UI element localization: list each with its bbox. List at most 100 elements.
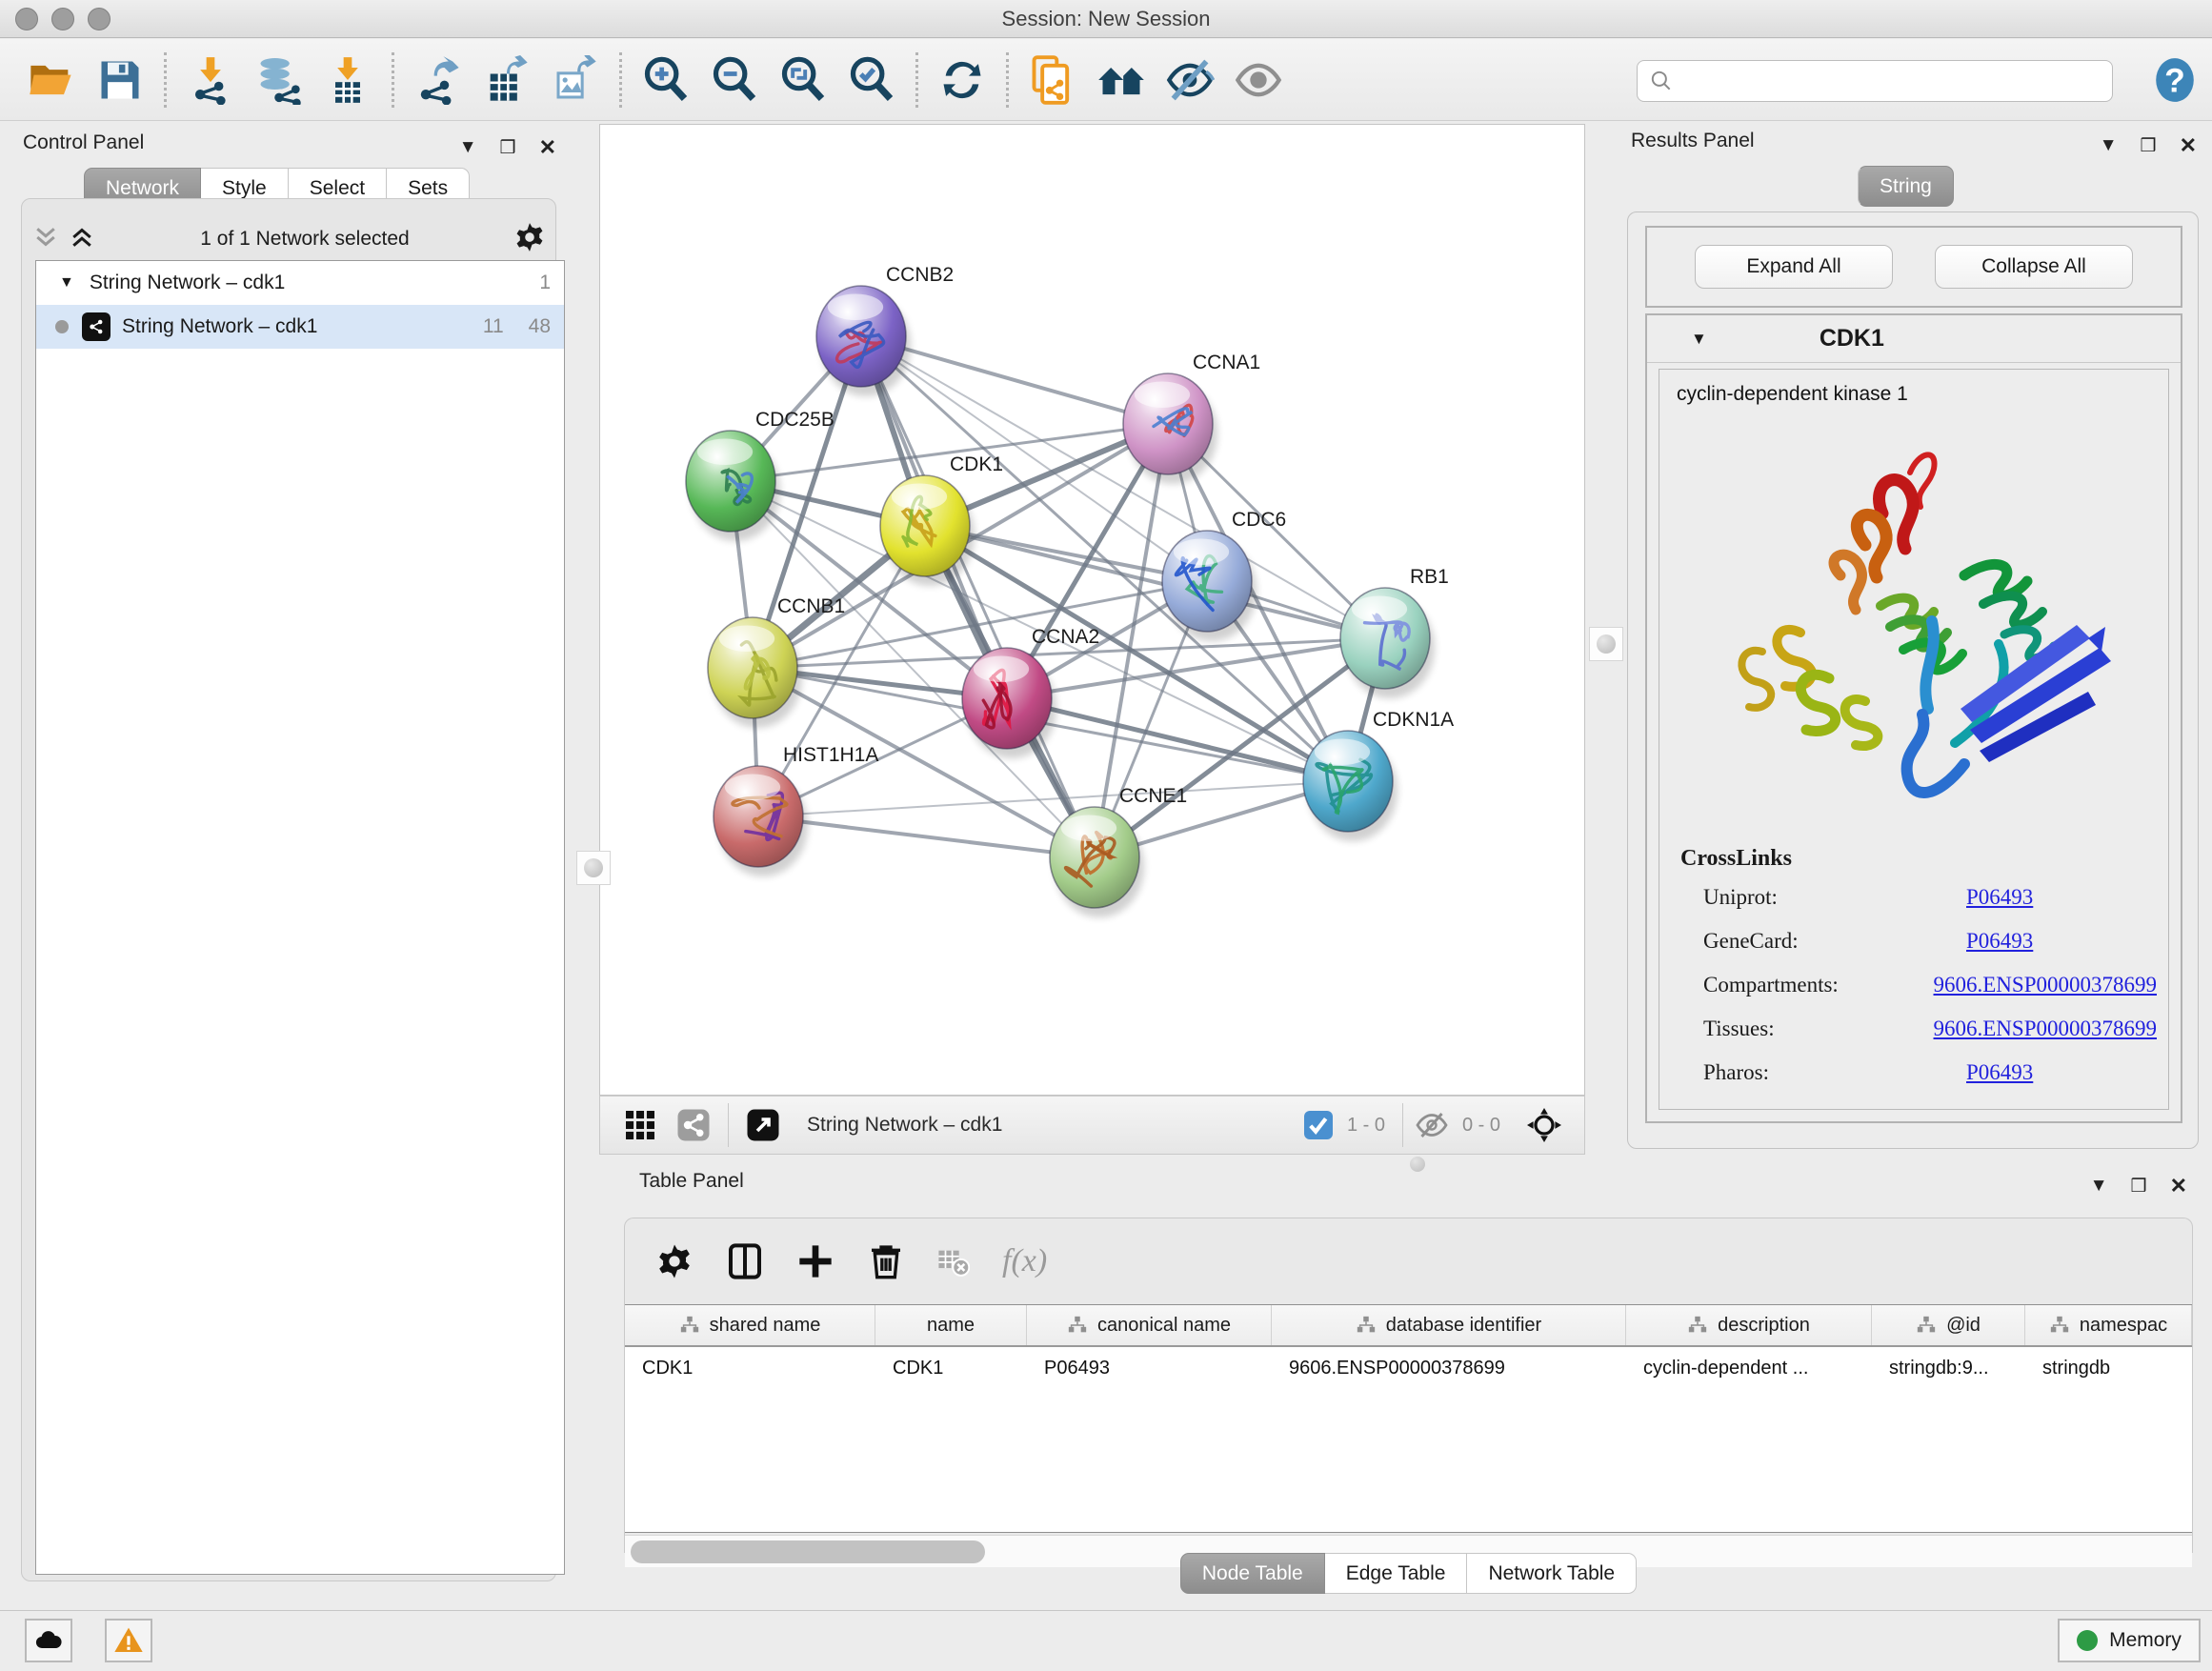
open-session-icon xyxy=(27,55,76,105)
import-network-button[interactable] xyxy=(176,50,245,110)
float-panel-icon[interactable]: ❒ xyxy=(2141,135,2157,157)
table-row[interactable]: CDK1CDK1P064939606.ENSP00000378699cyclin… xyxy=(625,1347,2192,1389)
left-splitter-handle[interactable] xyxy=(576,851,611,885)
zoom-fit-button[interactable] xyxy=(769,50,837,110)
zoom-selected-button[interactable] xyxy=(837,50,906,110)
birdseye-toggle-button[interactable] xyxy=(1518,1103,1571,1147)
crosslink-link[interactable]: P06493 xyxy=(1966,1060,2033,1085)
network-options-gear-icon[interactable] xyxy=(513,221,546,258)
collapse-panel-icon[interactable]: ▼ xyxy=(2100,135,2118,156)
table-cell[interactable]: 9606.ENSP00000378699 xyxy=(1272,1347,1626,1389)
save-session-button[interactable] xyxy=(86,50,154,110)
crosslink-link[interactable]: P06493 xyxy=(1966,929,2033,954)
column-header-canonical-name[interactable]: canonical name xyxy=(1027,1305,1272,1345)
column-header--id[interactable]: @id xyxy=(1872,1305,2025,1345)
network-row-selected[interactable]: String Network – cdk1 11 48 xyxy=(36,305,564,349)
close-panel-icon[interactable]: ✕ xyxy=(2170,1174,2187,1198)
node-label-ccna2: CCNA2 xyxy=(1032,626,1099,648)
clone-network-button[interactable] xyxy=(1018,50,1087,110)
export-table-button[interactable] xyxy=(473,50,541,110)
table-cell[interactable]: CDK1 xyxy=(875,1347,1027,1389)
add-column-icon[interactable] xyxy=(796,1242,835,1280)
show-columns-icon[interactable] xyxy=(726,1242,764,1280)
collapse-panel-icon[interactable]: ▼ xyxy=(2090,1176,2108,1197)
import-network-icon xyxy=(186,55,235,105)
crosslink-link[interactable]: 9606.ENSP00000378699 xyxy=(1934,973,2158,997)
right-splitter-handle[interactable] xyxy=(1589,627,1623,661)
collapse-panel-icon[interactable]: ▼ xyxy=(459,137,477,158)
table-options-gear-icon[interactable] xyxy=(655,1242,694,1280)
network-edge[interactable] xyxy=(861,336,1095,857)
open-session-button[interactable] xyxy=(17,50,86,110)
table-cell[interactable]: CDK1 xyxy=(625,1347,875,1389)
toolbar-separator xyxy=(164,52,167,108)
gene-header-row[interactable]: ▼ CDK1 xyxy=(1647,315,2181,363)
column-header-description[interactable]: description xyxy=(1626,1305,1872,1345)
show-all-button[interactable] xyxy=(1224,50,1293,110)
column-header-namespac[interactable]: namespac xyxy=(2025,1305,2192,1345)
help-button[interactable]: ? xyxy=(2151,56,2199,104)
collapse-all-networks-icon[interactable] xyxy=(31,223,60,256)
network-canvas[interactable]: CCNB2CCNA1CDC25BCDK1CDC6RB1CCNB1CCNA2CDK… xyxy=(599,124,1585,1096)
tab-edge-table[interactable]: Edge Table xyxy=(1325,1553,1468,1594)
detach-view-button[interactable] xyxy=(736,1103,790,1147)
cloud-status-button[interactable] xyxy=(25,1619,72,1662)
close-panel-icon[interactable]: ✕ xyxy=(539,135,556,160)
expand-all-button[interactable]: Expand All xyxy=(1695,245,1893,289)
delete-table-icon[interactable] xyxy=(937,1245,970,1278)
tab-string[interactable]: String xyxy=(1858,166,1954,207)
table-panel: Table Panel ▼ ❒ ✕ f(x) shared namenameca… xyxy=(616,1164,2201,1601)
table-cell[interactable]: cyclin-dependent ... xyxy=(1626,1347,1872,1389)
toolbar-separator xyxy=(619,52,622,108)
float-panel-icon[interactable]: ❒ xyxy=(2131,1176,2147,1198)
crosslink-link[interactable]: P06493 xyxy=(1966,885,2033,910)
delete-column-icon[interactable] xyxy=(867,1242,905,1280)
node-label-ccnb1: CCNB1 xyxy=(777,595,845,617)
network-graph[interactable]: CCNB2CCNA1CDC25BCDK1CDC6RB1CCNB1CCNA2CDK… xyxy=(600,125,1586,1097)
column-header-shared-name[interactable]: shared name xyxy=(625,1305,875,1345)
grid-view-button[interactable] xyxy=(613,1103,667,1147)
memory-button[interactable]: Memory xyxy=(2058,1619,2201,1662)
close-panel-icon[interactable]: ✕ xyxy=(2180,133,2197,158)
table-cell[interactable]: P06493 xyxy=(1027,1347,1272,1389)
network-overview-button[interactable] xyxy=(667,1103,720,1147)
column-header-database-identifier[interactable]: database identifier xyxy=(1272,1305,1626,1345)
table-cell[interactable]: stringdb:9... xyxy=(1872,1347,2025,1389)
hide-selected-button[interactable] xyxy=(1156,50,1224,110)
current-network-bullet-icon xyxy=(55,320,69,333)
table-panel-title: Table Panel xyxy=(639,1170,744,1193)
crosslink-label: Pharos: xyxy=(1680,1060,1966,1085)
network-edge[interactable] xyxy=(758,816,1095,857)
hidden-eye-icon[interactable] xyxy=(1411,1103,1453,1147)
export-network-button[interactable] xyxy=(404,50,473,110)
crosslink-label: Compartments: xyxy=(1680,973,1934,997)
float-panel-icon[interactable]: ❒ xyxy=(500,137,516,159)
search-input[interactable] xyxy=(1681,63,2112,99)
zoom-in-button[interactable] xyxy=(632,50,700,110)
tree-expand-icon[interactable]: ▼ xyxy=(59,274,74,292)
import-network-from-database-button[interactable] xyxy=(245,50,313,110)
memory-label: Memory xyxy=(2109,1629,2182,1652)
collapse-all-button[interactable]: Collapse All xyxy=(1935,245,2133,289)
table-cell[interactable]: stringdb xyxy=(2025,1347,2192,1389)
refresh-button[interactable] xyxy=(928,50,996,110)
selected-checkbox-icon[interactable] xyxy=(1299,1103,1337,1147)
network-collection-row[interactable]: ▼ String Network – cdk1 1 xyxy=(36,261,564,305)
tab-node-table[interactable]: Node Table xyxy=(1180,1553,1325,1594)
expand-all-networks-icon[interactable] xyxy=(68,223,96,256)
control-panel: Control Panel ▼ ❒ ✕ Network Style Select… xyxy=(10,126,568,1583)
export-image-button[interactable] xyxy=(541,50,610,110)
crosslink-link[interactable]: 9606.ENSP00000378699 xyxy=(1934,1017,2158,1041)
column-header-name[interactable]: name xyxy=(875,1305,1027,1345)
search-icon xyxy=(1649,69,1674,93)
gene-section: ▼ CDK1 cyclin-dependent kinase 1 xyxy=(1645,313,2182,1123)
warnings-button[interactable] xyxy=(105,1619,152,1662)
import-table-button[interactable] xyxy=(313,50,382,110)
search-box[interactable] xyxy=(1637,60,2113,102)
gene-collapse-icon[interactable]: ▼ xyxy=(1691,330,1707,349)
column-type-icon xyxy=(1687,1315,1708,1336)
home-button[interactable] xyxy=(1087,50,1156,110)
function-builder-icon[interactable]: f(x) xyxy=(1002,1243,1047,1279)
zoom-out-button[interactable] xyxy=(700,50,769,110)
tab-network-table[interactable]: Network Table xyxy=(1467,1553,1637,1594)
